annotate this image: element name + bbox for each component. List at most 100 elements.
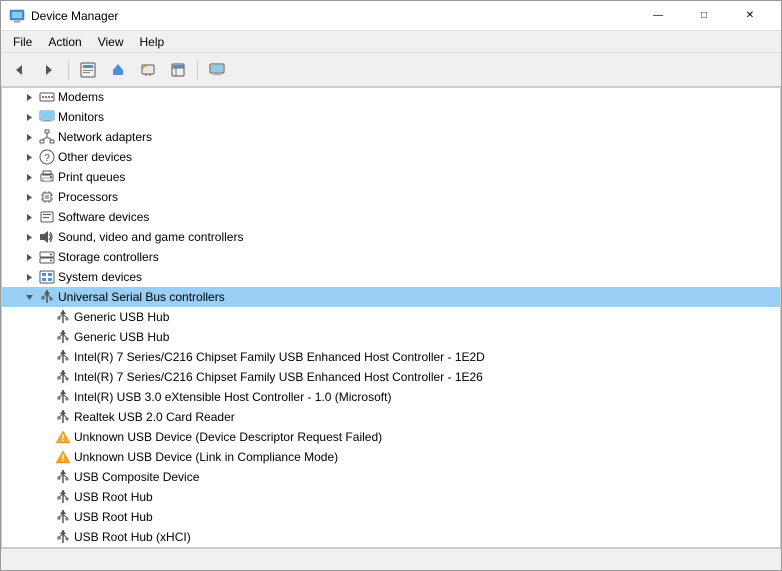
tree-label-other: Other devices	[58, 150, 132, 164]
network-icon	[39, 129, 55, 145]
tree-item-usb-9[interactable]: USB Composite Device	[2, 467, 780, 487]
expand-icon-usb-root[interactable]	[22, 290, 36, 304]
tree-item-usb-5[interactable]: Intel(R) USB 3.0 eXtensible Host Control…	[2, 387, 780, 407]
svg-text:!: !	[62, 453, 65, 463]
tree-item-usb-6[interactable]: Realtek USB 2.0 Card Reader	[2, 407, 780, 427]
expand-icon-system[interactable]	[22, 270, 36, 284]
usb-hub-icon	[55, 529, 71, 545]
tree-item-usb-root[interactable]: Universal Serial Bus controllers	[2, 287, 780, 307]
tree-label-print: Print queues	[58, 170, 125, 184]
forward-button[interactable]	[35, 57, 63, 83]
tree-label-usb-7: Unknown USB Device (Device Descriptor Re…	[74, 430, 382, 444]
warn-icon: !	[55, 449, 71, 465]
expand-icon-storage[interactable]	[22, 250, 36, 264]
tree-item-usb-1[interactable]: Generic USB Hub	[2, 307, 780, 327]
expand-icon-print[interactable]	[22, 170, 36, 184]
expand-icon-usb-8[interactable]	[38, 450, 52, 464]
expand-icon-usb-10[interactable]	[38, 490, 52, 504]
tree-item-usb-2[interactable]: Generic USB Hub	[2, 327, 780, 347]
usb-hub-icon	[55, 409, 71, 425]
properties-button[interactable]	[74, 57, 102, 83]
tree-label-usb-9: USB Composite Device	[74, 470, 199, 484]
app-icon	[9, 8, 25, 24]
tree-label-software: Software devices	[58, 210, 149, 224]
menu-file[interactable]: File	[5, 33, 40, 51]
expand-icon-processors[interactable]	[22, 190, 36, 204]
expand-icon-sound[interactable]	[22, 230, 36, 244]
tree-label-usb-4: Intel(R) 7 Series/C216 Chipset Family US…	[74, 370, 483, 384]
monitor-button[interactable]	[203, 57, 231, 83]
tree-label-usb-11: USB Root Hub	[74, 510, 153, 524]
expand-icon-usb-12[interactable]	[38, 530, 52, 544]
tree-item-software[interactable]: Software devices	[2, 207, 780, 227]
expand-icon-software[interactable]	[22, 210, 36, 224]
tree-item-other[interactable]: ?Other devices	[2, 147, 780, 167]
expand-icon-usb-4[interactable]	[38, 370, 52, 384]
tree-item-usb-11[interactable]: USB Root Hub	[2, 507, 780, 527]
rollback-button[interactable]	[134, 57, 162, 83]
tree-item-usb-8[interactable]: ! Unknown USB Device (Link in Compliance …	[2, 447, 780, 467]
usb-icon	[39, 289, 55, 305]
expand-icon-usb-6[interactable]	[38, 410, 52, 424]
tree-item-sound[interactable]: Sound, video and game controllers	[2, 227, 780, 247]
tree-label-usb-6: Realtek USB 2.0 Card Reader	[74, 410, 235, 424]
expand-icon-other[interactable]	[22, 150, 36, 164]
storage-icon	[39, 249, 55, 265]
tree-label-storage: Storage controllers	[58, 250, 159, 264]
modem-icon	[39, 89, 55, 105]
expand-icon-usb-2[interactable]	[38, 330, 52, 344]
expand-icon-usb-7[interactable]	[38, 430, 52, 444]
expand-icon-usb-3[interactable]	[38, 350, 52, 364]
tree-item-monitors[interactable]: Monitors	[2, 107, 780, 127]
tree-label-usb-3: Intel(R) 7 Series/C216 Chipset Family US…	[74, 350, 485, 364]
expand-icon-usb-11[interactable]	[38, 510, 52, 524]
tree-label-usb-8: Unknown USB Device (Link in Compliance M…	[74, 450, 338, 464]
expand-icon-usb-9[interactable]	[38, 470, 52, 484]
usb-hub-icon	[55, 369, 71, 385]
tree-item-usb-10[interactable]: USB Root Hub	[2, 487, 780, 507]
device-tree[interactable]: KeyboardsMice and other pointing devices…	[1, 87, 781, 548]
tree-item-modems[interactable]: Modems	[2, 87, 780, 107]
tree-label-sound: Sound, video and game controllers	[58, 230, 243, 244]
tree-item-system[interactable]: System devices	[2, 267, 780, 287]
menu-bar: File Action View Help	[1, 31, 781, 53]
tree-item-print[interactable]: Print queues	[2, 167, 780, 187]
processor-icon	[39, 189, 55, 205]
tree-item-usb-4[interactable]: Intel(R) 7 Series/C216 Chipset Family US…	[2, 367, 780, 387]
menu-action[interactable]: Action	[40, 33, 89, 51]
tree-label-usb-5: Intel(R) USB 3.0 eXtensible Host Control…	[74, 390, 391, 404]
sound-icon	[39, 229, 55, 245]
tree-item-usb-12[interactable]: USB Root Hub (xHCI)	[2, 527, 780, 547]
maximize-button[interactable]: □	[681, 1, 727, 31]
tree-item-network[interactable]: Network adapters	[2, 127, 780, 147]
soft-icon	[39, 209, 55, 225]
expand-icon-usb-5[interactable]	[38, 390, 52, 404]
usb-hub-icon	[55, 309, 71, 325]
expand-icon-usb-1[interactable]	[38, 310, 52, 324]
back-button[interactable]	[5, 57, 33, 83]
svg-text:!: !	[62, 433, 65, 443]
tree-label-usb-12: USB Root Hub (xHCI)	[74, 530, 191, 544]
tree-label-usb-10: USB Root Hub	[74, 490, 153, 504]
tree-item-usb-3[interactable]: Intel(R) 7 Series/C216 Chipset Family US…	[2, 347, 780, 367]
tree-label-usb-root: Universal Serial Bus controllers	[58, 290, 225, 304]
resources-button[interactable]	[164, 57, 192, 83]
expand-icon-network[interactable]	[22, 130, 36, 144]
minimize-button[interactable]: —	[635, 1, 681, 31]
tree-label-usb-2: Generic USB Hub	[74, 330, 169, 344]
tree-item-usb-7[interactable]: ! Unknown USB Device (Device Descriptor R…	[2, 427, 780, 447]
tree-item-processors[interactable]: Processors	[2, 187, 780, 207]
expand-icon-monitors[interactable]	[22, 110, 36, 124]
usb-hub-icon	[55, 349, 71, 365]
menu-view[interactable]: View	[90, 33, 132, 51]
tree-label-usb-1: Generic USB Hub	[74, 310, 169, 324]
update-button[interactable]	[104, 57, 132, 83]
close-button[interactable]: ✕	[727, 1, 773, 31]
usb-hub-icon	[55, 489, 71, 505]
title-bar: Device Manager — □ ✕	[1, 1, 781, 31]
toolbar	[1, 53, 781, 87]
expand-icon-modems[interactable]	[22, 90, 36, 104]
tree-item-storage[interactable]: Storage controllers	[2, 247, 780, 267]
menu-help[interactable]: Help	[132, 33, 173, 51]
window-title: Device Manager	[31, 9, 635, 23]
